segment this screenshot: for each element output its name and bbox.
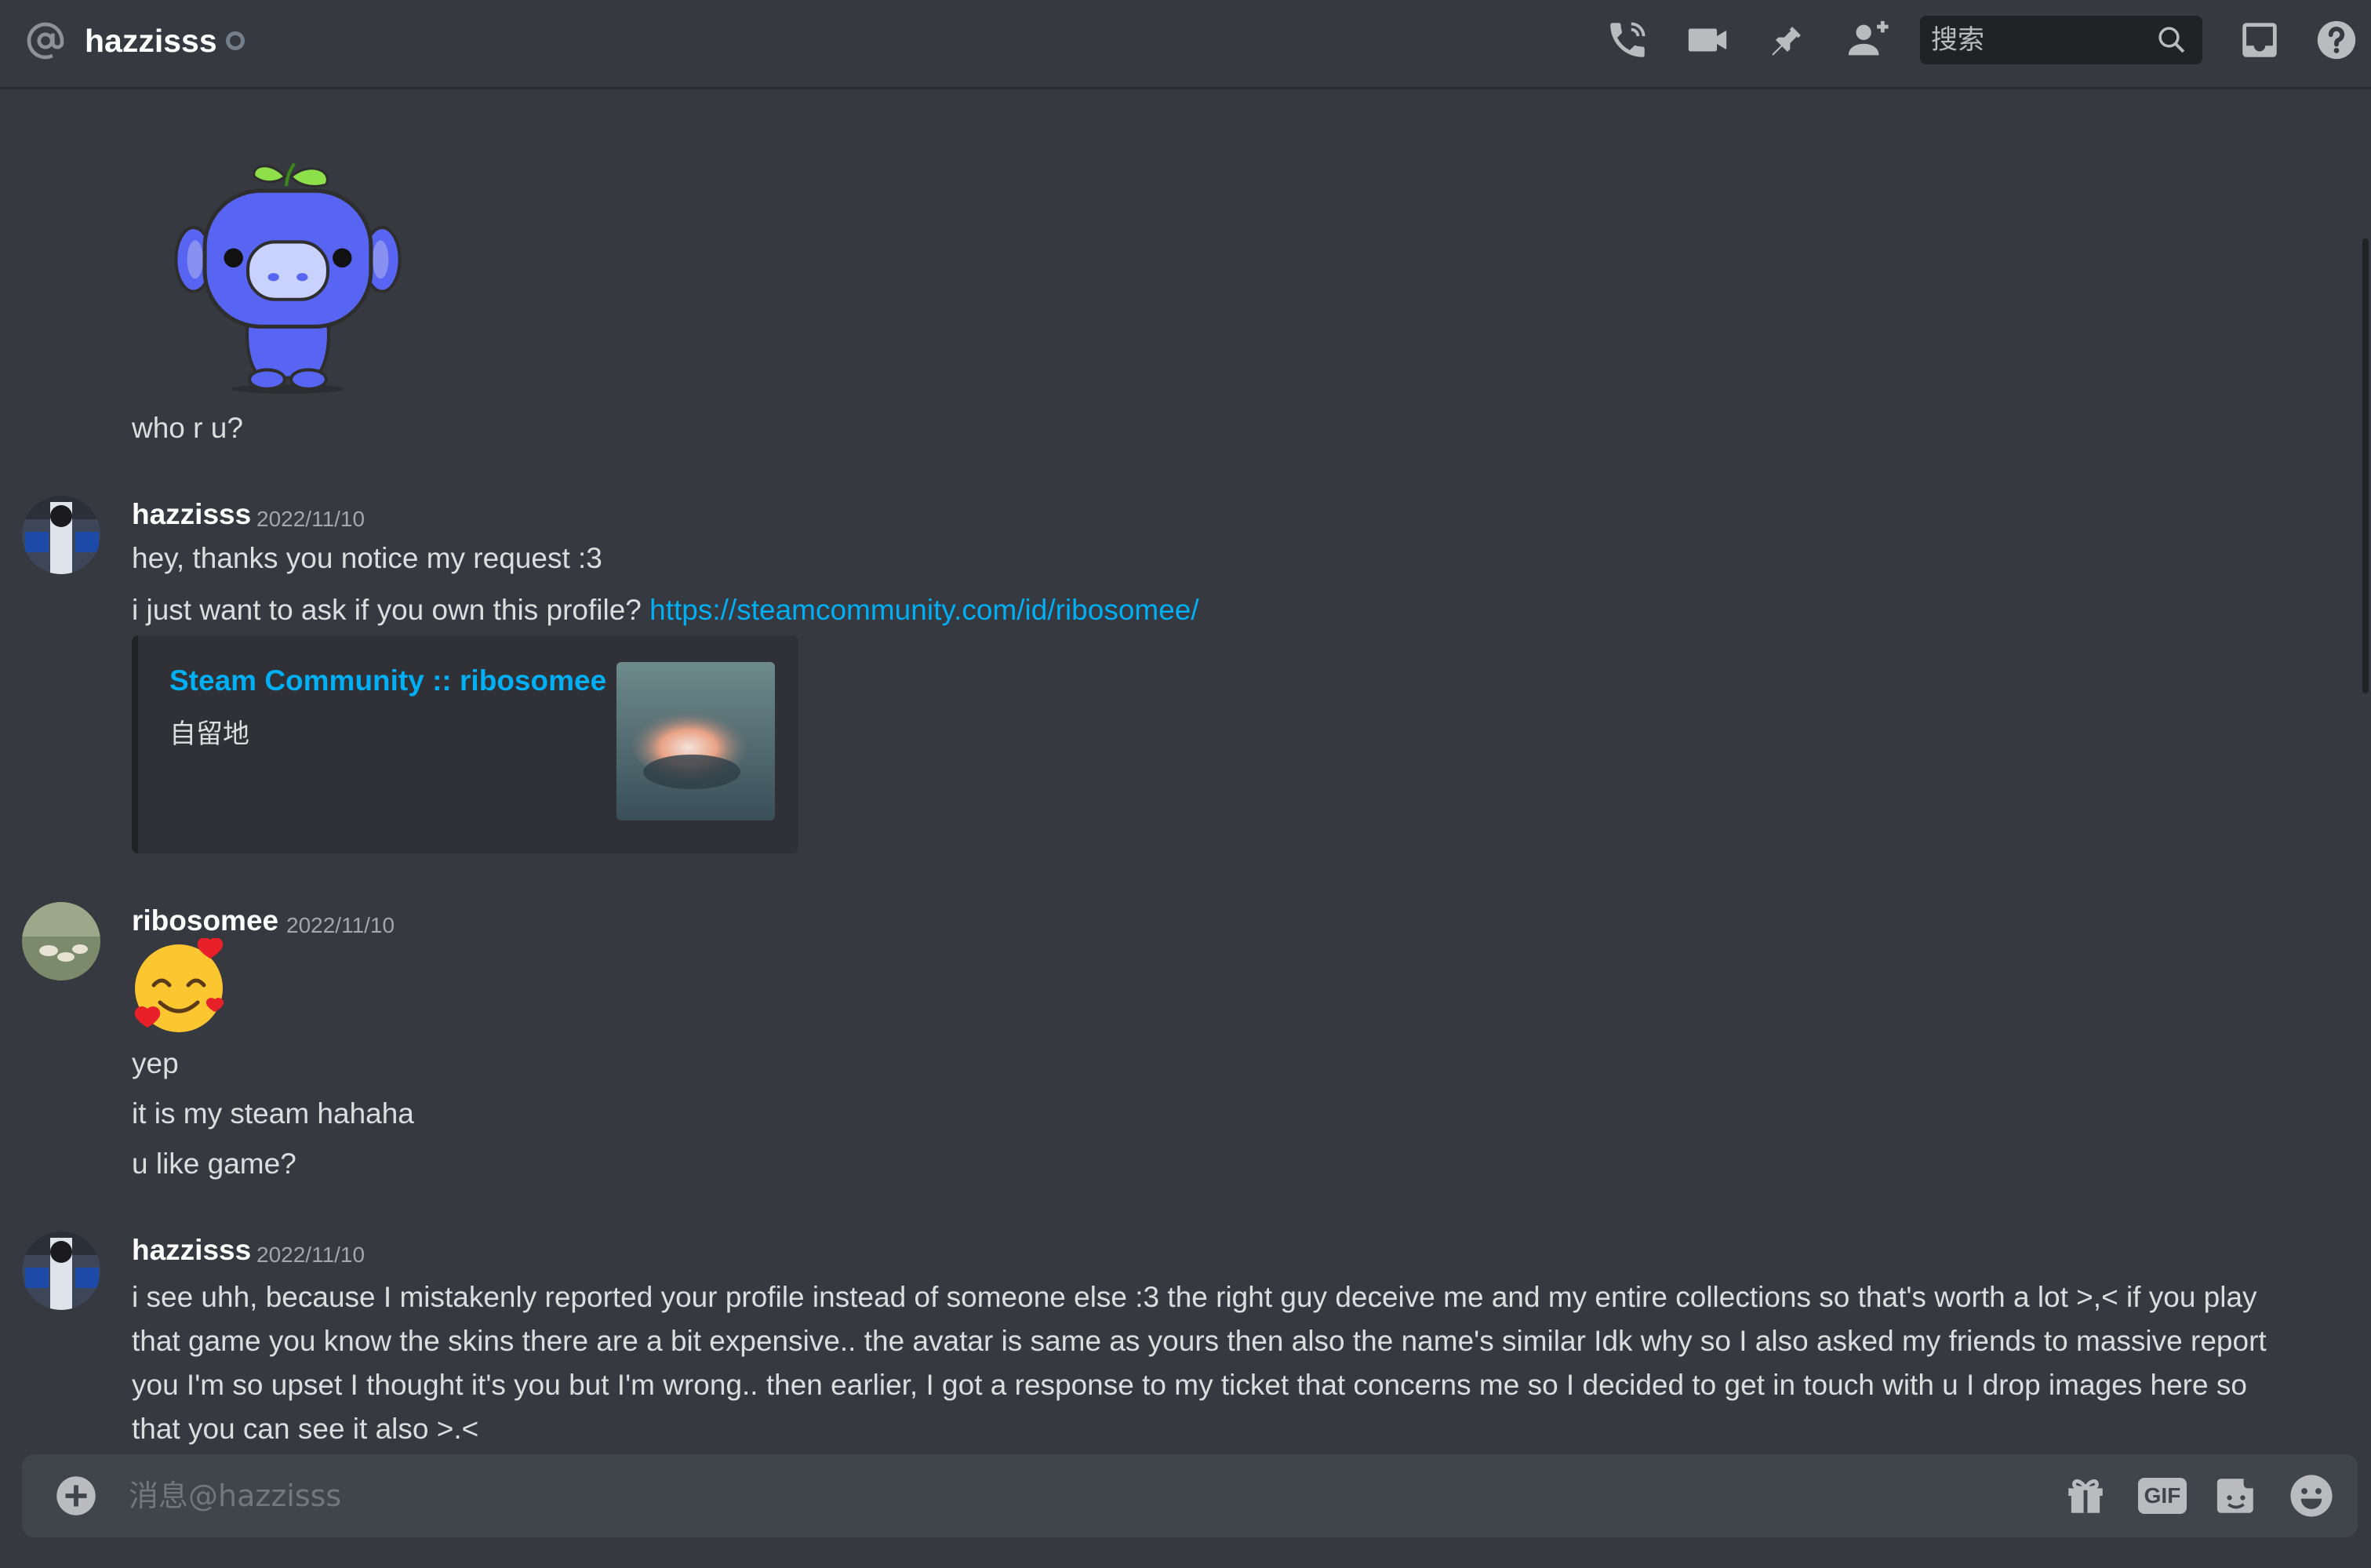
video-icon[interactable] bbox=[1685, 17, 1730, 63]
message-text: yep bbox=[132, 1047, 179, 1079]
message-input[interactable] bbox=[129, 1473, 2011, 1519]
status-icon bbox=[226, 31, 245, 50]
message-text: hey, thanks you notice my request :3 bbox=[132, 542, 602, 574]
message-text-prefix: i just want to ask if you own this profi… bbox=[132, 594, 650, 626]
message-text: i just want to ask if you own this profi… bbox=[132, 591, 1199, 629]
gift-icon[interactable] bbox=[2063, 1473, 2108, 1519]
message-timestamp: 2022/11/10 bbox=[286, 913, 395, 937]
message-author[interactable]: hazzisss bbox=[132, 496, 251, 533]
emoji-icon[interactable] bbox=[2289, 1473, 2334, 1519]
message-text: it is my steam hahaha bbox=[132, 1097, 414, 1130]
message-timestamp: 2022/11/10 bbox=[256, 1242, 365, 1267]
avatar[interactable] bbox=[22, 902, 100, 980]
message-composer: GIF bbox=[22, 1454, 2358, 1537]
discord-dm-window: hazzisss 搜索 who r u? hazzisss 2022/11/10… bbox=[0, 0, 2371, 1568]
at-icon bbox=[27, 22, 64, 60]
message-author[interactable]: hazzisss bbox=[132, 1231, 251, 1269]
gif-icon[interactable]: GIF bbox=[2138, 1478, 2187, 1514]
help-icon[interactable] bbox=[2314, 17, 2359, 63]
channel-title: hazzisss bbox=[85, 23, 217, 59]
inbox-icon[interactable] bbox=[2237, 17, 2282, 63]
message-list[interactable]: who r u? hazzisss 2022/11/10 hey, thanks… bbox=[0, 89, 2371, 1454]
search-icon[interactable] bbox=[2155, 24, 2188, 56]
wumpus-sticker[interactable] bbox=[168, 140, 408, 395]
steam-profile-link[interactable]: https://steamcommunity.com/id/ribosomee/ bbox=[649, 594, 1199, 626]
embed-thumbnail[interactable] bbox=[616, 662, 775, 820]
channel-header: hazzisss bbox=[0, 0, 2371, 89]
message-timestamp: 2022/11/10 bbox=[256, 507, 365, 531]
sticker-icon[interactable] bbox=[2213, 1473, 2259, 1519]
avatar[interactable] bbox=[22, 496, 100, 574]
message-text: who r u? bbox=[132, 412, 243, 444]
message-text: i see uhh, because I mistakenly reported… bbox=[132, 1281, 2267, 1445]
link-embed: Steam Community :: ribosomee 自留地 bbox=[132, 635, 798, 853]
scrollbar[interactable] bbox=[2362, 238, 2369, 693]
embed-description: 自留地 bbox=[169, 719, 249, 750]
search-box[interactable] bbox=[1920, 16, 2202, 64]
message-text: u like game? bbox=[132, 1148, 296, 1180]
add-friend-icon[interactable] bbox=[1845, 17, 1890, 63]
smiling-face-with-hearts-icon bbox=[134, 938, 224, 1032]
call-icon[interactable] bbox=[1605, 17, 1650, 63]
avatar[interactable] bbox=[22, 1231, 100, 1310]
embed-title[interactable]: Steam Community :: ribosomee bbox=[169, 662, 606, 700]
message-author[interactable]: ribosomee bbox=[132, 902, 278, 940]
search-input[interactable] bbox=[1931, 22, 2151, 58]
add-icon[interactable] bbox=[55, 1475, 97, 1517]
pin-icon[interactable] bbox=[1765, 17, 1810, 63]
